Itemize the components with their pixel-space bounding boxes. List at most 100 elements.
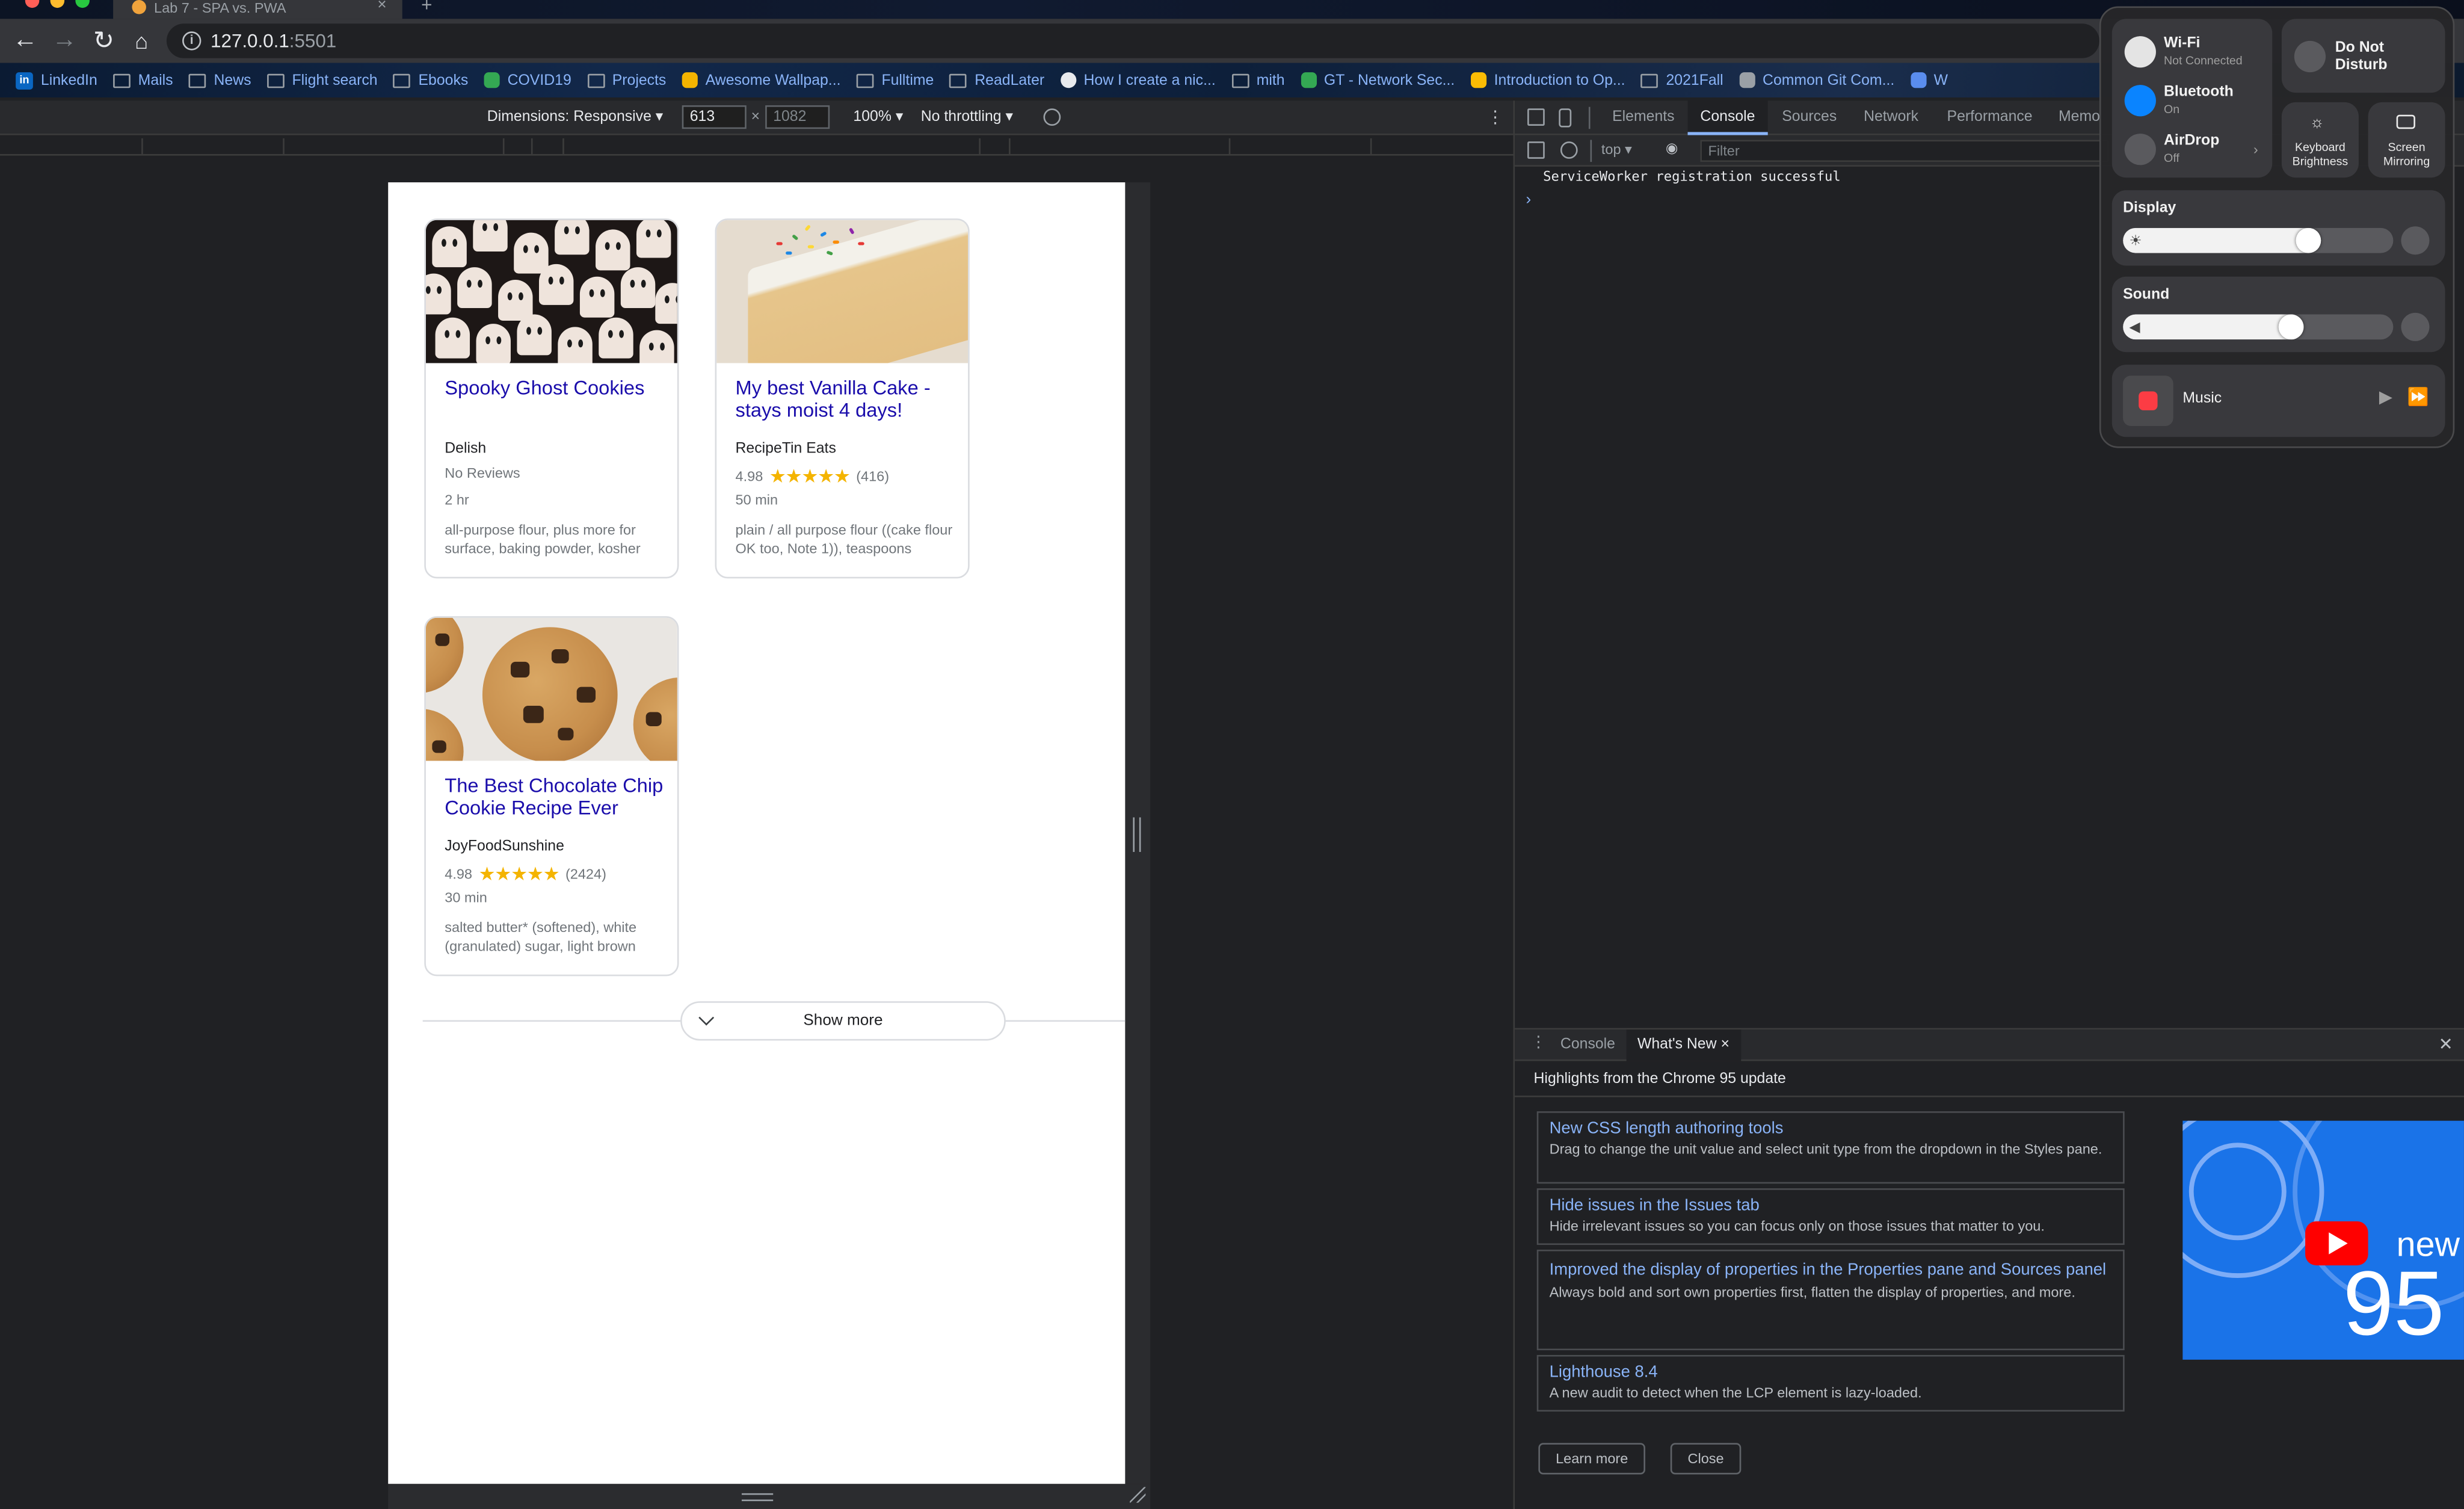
eye-icon[interactable]: ◉ (1666, 140, 1678, 158)
airdrop-label[interactable]: AirDrop (2164, 132, 2219, 149)
console-prompt[interactable]: › (1526, 192, 1531, 209)
recipe-title[interactable]: My best Vanilla Cake - stays moist 4 day… (736, 377, 956, 421)
tab-console[interactable]: Console (1687, 100, 1768, 135)
forward-button[interactable]: → (49, 25, 80, 57)
bookmark-item[interactable]: Introduction to Op... (1470, 72, 1625, 89)
clear-console-icon[interactable] (1560, 141, 1578, 159)
keyboard-brightness-button[interactable]: ☼ Keyboard Brightness (2281, 102, 2359, 178)
display-brightness-slider[interactable]: ☀ (2123, 227, 2394, 253)
music-artwork (2123, 375, 2173, 426)
recipe-title[interactable]: The Best Chocolate Chip Cookie Recipe Ev… (445, 775, 665, 819)
wifi-label[interactable]: Wi-Fi (2164, 34, 2200, 52)
minimize-window-button[interactable] (50, 0, 65, 8)
close-tab-icon[interactable]: × (377, 0, 386, 14)
whats-new-item[interactable]: New CSS length authoring tools Drag to c… (1536, 1111, 2125, 1184)
close-tab-icon[interactable]: × (1720, 1036, 1729, 1054)
wifi-status: Not Connected (2163, 53, 2243, 68)
recipe-title[interactable]: Spooky Ghost Cookies (445, 377, 665, 400)
bluetooth-icon[interactable] (2124, 85, 2156, 117)
reload-button[interactable]: ↻ (88, 25, 119, 57)
close-button[interactable]: Close (1670, 1443, 1742, 1475)
rotate-icon[interactable] (1043, 108, 1061, 126)
bookmark-item[interactable]: Common Git Com... (1739, 72, 1894, 89)
more-options-icon[interactable]: ⋮ (1486, 107, 1504, 127)
tab-elements[interactable]: Elements (1600, 100, 1687, 135)
context-selector[interactable]: top ▾ (1601, 141, 1632, 159)
home-button[interactable]: ⌂ (126, 25, 157, 57)
tab-sources[interactable]: Sources (1769, 100, 1849, 135)
wifi-icon[interactable] (2124, 36, 2156, 68)
dimensions-dropdown[interactable]: Dimensions: Responsive ▾ (487, 108, 663, 126)
volume-slider[interactable]: ◀ (2123, 314, 2394, 340)
bookmark-item[interactable]: Awesome Wallpap... (682, 72, 841, 89)
bookmark-item[interactable]: Flight search (266, 72, 378, 89)
bookmark-item[interactable]: Projects (587, 72, 666, 89)
bookmark-item[interactable]: in LinkedIn (16, 71, 97, 89)
drawer-tab-console[interactable]: Console (1550, 1029, 1627, 1061)
sun-icon: ☀ (2129, 232, 2142, 248)
new-tab-icon[interactable]: + (421, 0, 432, 16)
drawer-tab-whats-new[interactable]: What's New × (1626, 1029, 1741, 1061)
whats-new-item[interactable]: Lighthouse 8.4 A new audit to detect whe… (1536, 1354, 2125, 1412)
back-button[interactable]: ← (10, 25, 41, 57)
close-window-button[interactable] (25, 0, 40, 8)
recipe-card[interactable]: My best Vanilla Cake - stays moist 4 day… (715, 218, 970, 579)
resize-corner-icon[interactable] (1130, 1487, 1146, 1503)
zoom-window-button[interactable] (75, 0, 90, 8)
throttling-dropdown[interactable]: No throttling ▾ (921, 108, 1013, 126)
bluetooth-label[interactable]: Bluetooth (2164, 83, 2234, 100)
tab-performance[interactable]: Performance (1935, 100, 2045, 135)
whats-new-item-title[interactable]: New CSS length authoring tools (1550, 1117, 2112, 1141)
whats-new-item-title[interactable]: Lighthouse 8.4 (1550, 1361, 2112, 1384)
bookmark-item[interactable]: How I create a nic... (1060, 72, 1216, 89)
display-settings-icon[interactable] (2401, 226, 2430, 255)
tab-network[interactable]: Network (1851, 100, 1931, 135)
site-icon (1470, 72, 1486, 88)
grip-horizontal-icon[interactable] (741, 1493, 774, 1501)
bookmark-item[interactable]: 2021Fall (1640, 72, 1723, 89)
console-filter-input[interactable]: Filter (1700, 140, 2109, 162)
slider-knob[interactable] (2296, 227, 2321, 253)
bookmark-item[interactable]: W (1910, 72, 1948, 89)
music-block: Music ▶ ⏩ (2111, 365, 2445, 437)
bookmark-label: W (1933, 71, 1948, 89)
site-info-icon[interactable]: i (182, 31, 202, 51)
browser-tab[interactable]: Lab 7 - SPA vs. PWA × (113, 0, 402, 19)
bookmark-item[interactable]: GT - Network Sec... (1300, 72, 1455, 89)
inspect-element-icon[interactable] (1527, 108, 1545, 126)
bookmark-item[interactable]: mith (1231, 72, 1285, 89)
zoom-dropdown[interactable]: 100% ▾ (853, 108, 903, 126)
recipe-card[interactable]: Spooky Ghost Cookies Delish No Reviews 2… (424, 218, 679, 579)
bookmark-item[interactable]: COVID19 (484, 72, 571, 89)
close-drawer-icon[interactable]: ✕ (2439, 1034, 2453, 1055)
show-more-button[interactable]: Show more (680, 1001, 1006, 1041)
airdrop-icon[interactable] (2124, 134, 2156, 165)
bookmark-item[interactable]: News (188, 72, 251, 89)
chevron-right-icon[interactable]: › (2253, 141, 2258, 157)
width-input[interactable]: 613 (682, 105, 747, 129)
console-message: ServiceWorker registration successful (1543, 170, 1841, 186)
slider-knob[interactable] (2278, 314, 2304, 340)
address-bar[interactable]: i 127.0.0.1:5501 (166, 23, 2099, 58)
height-input[interactable]: 1082 (765, 105, 830, 129)
do-not-disturb-toggle[interactable]: Do Not Disturb (2281, 19, 2445, 93)
grip-vertical-icon[interactable] (1133, 817, 1141, 852)
bookmark-item[interactable]: Ebooks (393, 72, 468, 89)
whats-new-item[interactable]: Hide issues in the Issues tab Hide irrel… (1536, 1188, 2125, 1245)
learn-more-button[interactable]: Learn more (1538, 1443, 1646, 1475)
fast-forward-icon[interactable]: ⏩ (2407, 387, 2429, 407)
airplay-icon[interactable] (2401, 312, 2430, 341)
whats-new-item[interactable]: Improved the display of properties in th… (1536, 1249, 2125, 1351)
whats-new-video-thumbnail[interactable]: new 95 (2182, 1120, 2464, 1360)
screen-mirroring-button[interactable]: Screen Mirroring (2368, 102, 2445, 178)
bookmark-item[interactable]: ReadLater (949, 72, 1044, 89)
whats-new-item-title[interactable]: Hide issues in the Issues tab (1550, 1195, 2112, 1218)
bookmark-item[interactable]: Fulltime (856, 72, 934, 89)
recipe-card[interactable]: The Best Chocolate Chip Cookie Recipe Ev… (424, 616, 679, 977)
bookmark-item[interactable]: Mails (112, 72, 173, 89)
play-icon[interactable]: ▶ (2379, 387, 2392, 407)
drawer-menu-icon[interactable]: ⋮ (1530, 1034, 1546, 1052)
device-toggle-icon[interactable] (1559, 108, 1572, 128)
whats-new-item-title[interactable]: Improved the display of properties in th… (1550, 1256, 2112, 1284)
sidebar-toggle-icon[interactable] (1527, 141, 1545, 159)
